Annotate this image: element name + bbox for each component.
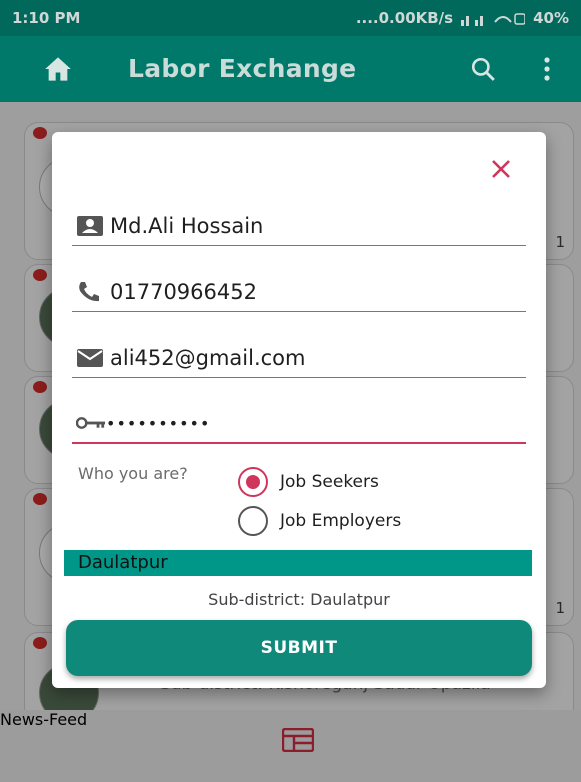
app-bar: Labor Exchange [0, 36, 581, 102]
name-field[interactable]: Md.Ali Hossain [72, 206, 526, 246]
app-title: Labor Exchange [128, 54, 357, 83]
role-question-label: Who you are? [78, 464, 188, 483]
phone-field[interactable]: 01770966452 [72, 272, 526, 312]
status-indicators: ....0.00KB/s 40% [356, 9, 569, 27]
name-value: Md.Ali Hossain [110, 213, 264, 238]
contact-card-icon [76, 213, 106, 239]
status-dot [33, 637, 47, 649]
status-time: 1:10 PM [12, 9, 81, 27]
email-value: ali452@gmail.com [110, 345, 306, 370]
more-vert-icon[interactable] [542, 56, 552, 82]
home-icon[interactable] [44, 56, 72, 82]
close-icon[interactable] [488, 156, 514, 182]
radio-unchecked-icon [238, 506, 268, 536]
registration-dialog: Md.Ali Hossain 01770966452 ali452@gmail.… [52, 132, 546, 688]
key-icon [76, 410, 106, 436]
status-dot [33, 127, 47, 139]
status-dot [33, 269, 47, 281]
radio-checked-icon [238, 467, 268, 497]
signal-icon [461, 13, 526, 26]
subdistrict-label[interactable]: Sub-district: Daulatpur [52, 590, 546, 609]
radio-label-job-employers: Job Employers [280, 511, 402, 531]
search-icon[interactable] [470, 56, 496, 82]
submit-button[interactable]: SUBMIT [66, 620, 532, 676]
battery-level: 40% [533, 9, 569, 27]
radio-label-job-seekers: Job Seekers [280, 472, 379, 492]
status-dot [33, 381, 47, 393]
district-selector[interactable]: Daulatpur [64, 550, 532, 576]
district-value: Daulatpur [78, 552, 168, 573]
network-speed: ....0.00KB/s [355, 9, 454, 27]
item-count: 1 [555, 599, 565, 617]
nav-label-news-feed[interactable]: News-Feed [0, 710, 581, 729]
radio-job-employers[interactable]: Job Employers [238, 506, 401, 536]
password-field[interactable]: •••••••••• [72, 404, 526, 444]
password-value: •••••••••• [106, 413, 211, 433]
phone-icon [76, 279, 106, 305]
news-feed-icon[interactable] [282, 728, 314, 752]
item-count: 1 [555, 233, 565, 251]
mail-icon [76, 345, 106, 371]
status-bar: 1:10 PM ....0.00KB/s 40% [0, 0, 581, 36]
email-field[interactable]: ali452@gmail.com [72, 338, 526, 378]
radio-job-seekers[interactable]: Job Seekers [238, 467, 379, 497]
status-dot [33, 493, 47, 505]
submit-label: SUBMIT [260, 638, 338, 658]
phone-value: 01770966452 [110, 279, 257, 304]
